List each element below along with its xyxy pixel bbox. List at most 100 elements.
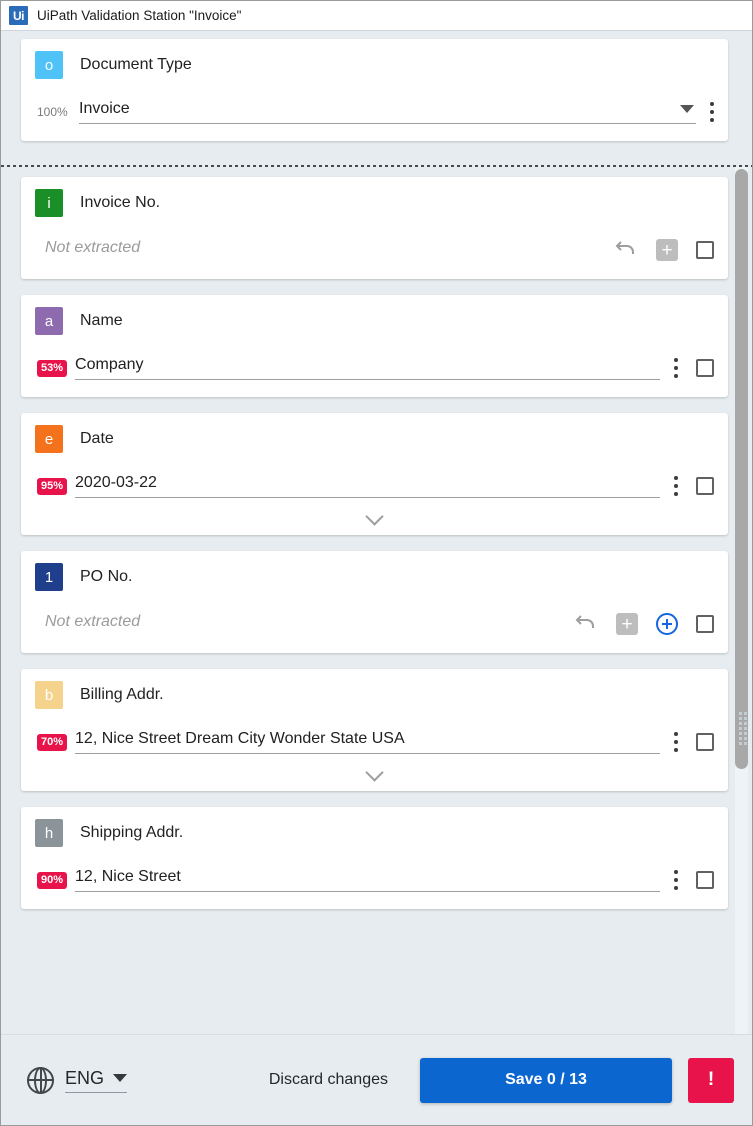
field-value[interactable]: 12, Nice Street Dream City Wonder State … — [75, 730, 660, 748]
field-card: h Shipping Addr. 90% 12, Nice Street — [21, 807, 728, 909]
field-row: 53% Company — [35, 349, 714, 387]
language-value-box[interactable]: ENG — [65, 1067, 128, 1093]
undo-icon[interactable] — [614, 239, 638, 262]
field-row: 95% 2020-03-22 — [35, 467, 714, 505]
document-type-value[interactable]: Invoice — [79, 100, 680, 118]
field-label: Invoice No. — [80, 194, 161, 211]
validation-station-window: Ui UiPath Validation Station "Invoice" o… — [0, 0, 753, 1126]
expand-field-button[interactable] — [35, 761, 714, 782]
document-type-actions — [710, 102, 714, 122]
field-row: 70% 12, Nice Street Dream City Wonder Sta… — [35, 723, 714, 761]
field-actions — [674, 870, 714, 890]
field-value[interactable]: 12, Nice Street — [75, 868, 660, 886]
field-row: Not extracted + — [35, 605, 714, 643]
scrollbar-thumb[interactable] — [735, 169, 748, 769]
field-value-wrap[interactable]: 12, Nice Street Dream City Wonder State … — [75, 730, 660, 754]
add-field-icon[interactable]: + — [656, 239, 678, 261]
add-field-icon[interactable]: + — [616, 613, 638, 635]
document-type-value-wrap[interactable]: Invoice — [79, 100, 696, 124]
chevron-down-icon — [365, 763, 384, 782]
more-options-icon[interactable] — [674, 870, 678, 890]
resize-grip[interactable] — [737, 712, 749, 745]
field-badge: b — [35, 681, 63, 709]
field-checkbox[interactable] — [696, 615, 714, 633]
globe-icon — [27, 1066, 54, 1094]
field-header: a Name — [35, 305, 714, 337]
field-checkbox[interactable] — [696, 241, 714, 259]
uipath-logo-icon: Ui — [9, 6, 28, 25]
document-type-confidence: 100% — [37, 105, 68, 119]
document-type-badge: o — [35, 51, 63, 79]
field-card: e Date 95% 2020-03-22 — [21, 413, 728, 535]
document-type-label: Document Type — [80, 56, 192, 73]
chevron-down-icon[interactable] — [680, 105, 694, 113]
field-label: Billing Addr. — [80, 686, 164, 703]
confidence-badge: 90% — [37, 871, 68, 889]
field-header: 1 PO No. — [35, 561, 714, 593]
chevron-down-icon — [365, 507, 384, 526]
more-options-icon[interactable] — [710, 102, 714, 122]
field-header: e Date — [35, 423, 714, 455]
expand-field-button[interactable] — [35, 505, 714, 526]
chevron-down-icon[interactable] — [113, 1074, 128, 1082]
document-type-header: o Document Type — [35, 49, 714, 81]
field-label: Name — [80, 312, 123, 329]
field-row: 90% 12, Nice Street — [35, 861, 714, 899]
more-options-icon[interactable] — [674, 732, 678, 752]
field-value-wrap[interactable]: Not extracted — [45, 613, 560, 636]
document-type-zone: o Document Type 100% Invoice — [1, 31, 752, 167]
field-checkbox[interactable] — [696, 359, 714, 377]
field-label: PO No. — [80, 568, 133, 585]
more-options-icon[interactable] — [674, 358, 678, 378]
field-header: b Billing Addr. — [35, 679, 714, 711]
more-options-icon[interactable] — [674, 476, 678, 496]
field-badge: h — [35, 819, 63, 847]
field-row: Not extracted + — [35, 231, 714, 269]
confidence-badge: 70% — [37, 733, 68, 751]
fields-scroll-area[interactable]: i Invoice No. Not extracted + a Name 53% Compan… — [1, 167, 752, 1034]
title-bar: Ui UiPath Validation Station "Invoice" — [1, 1, 752, 31]
field-card: b Billing Addr. 70% 12, Nice Street Dream C… — [21, 669, 728, 791]
footer-toolbar: ENG Discard changes Save 0 / 13 ! — [1, 1034, 752, 1125]
field-value-wrap[interactable]: Not extracted — [45, 239, 600, 262]
field-value: Not extracted — [45, 238, 141, 256]
field-value-wrap[interactable]: 2020-03-22 — [75, 474, 660, 498]
document-type-row: 100% Invoice — [35, 93, 714, 131]
language-label: ENG — [65, 1067, 105, 1088]
undo-icon[interactable] — [574, 613, 598, 636]
document-type-card: o Document Type 100% Invoice — [21, 39, 728, 141]
field-list: i Invoice No. Not extracted + a Name 53% Compan… — [21, 177, 728, 909]
field-value[interactable]: Company — [75, 356, 660, 374]
field-actions — [674, 476, 714, 496]
report-issue-button[interactable]: ! — [688, 1057, 734, 1103]
field-header: i Invoice No. — [35, 187, 714, 219]
field-actions — [674, 732, 714, 752]
field-value: Not extracted — [45, 612, 141, 630]
field-badge: e — [35, 425, 63, 453]
field-actions: + — [614, 239, 714, 262]
save-button[interactable]: Save 0 / 13 — [420, 1057, 672, 1103]
field-label: Date — [80, 430, 114, 447]
field-label: Shipping Addr. — [80, 824, 184, 841]
field-actions — [674, 358, 714, 378]
field-header: h Shipping Addr. — [35, 817, 714, 849]
field-badge: 1 — [35, 563, 63, 591]
add-value-circle-icon[interactable] — [656, 613, 678, 635]
language-selector[interactable]: ENG — [27, 1066, 128, 1094]
field-value-wrap[interactable]: 12, Nice Street — [75, 868, 660, 892]
confidence-badge: 53% — [37, 359, 68, 377]
window-title: UiPath Validation Station "Invoice" — [37, 8, 242, 23]
field-checkbox[interactable] — [696, 477, 714, 495]
field-actions: + — [574, 613, 714, 636]
field-badge: a — [35, 307, 63, 335]
field-card: i Invoice No. Not extracted + — [21, 177, 728, 279]
field-value[interactable]: 2020-03-22 — [75, 474, 660, 492]
confidence-badge: 95% — [37, 477, 68, 495]
field-value-wrap[interactable]: Company — [75, 356, 660, 380]
discard-changes-button[interactable]: Discard changes — [269, 1071, 388, 1089]
field-card: 1 PO No. Not extracted + — [21, 551, 728, 653]
field-card: a Name 53% Company — [21, 295, 728, 397]
field-badge: i — [35, 189, 63, 217]
field-checkbox[interactable] — [696, 733, 714, 751]
field-checkbox[interactable] — [696, 871, 714, 889]
